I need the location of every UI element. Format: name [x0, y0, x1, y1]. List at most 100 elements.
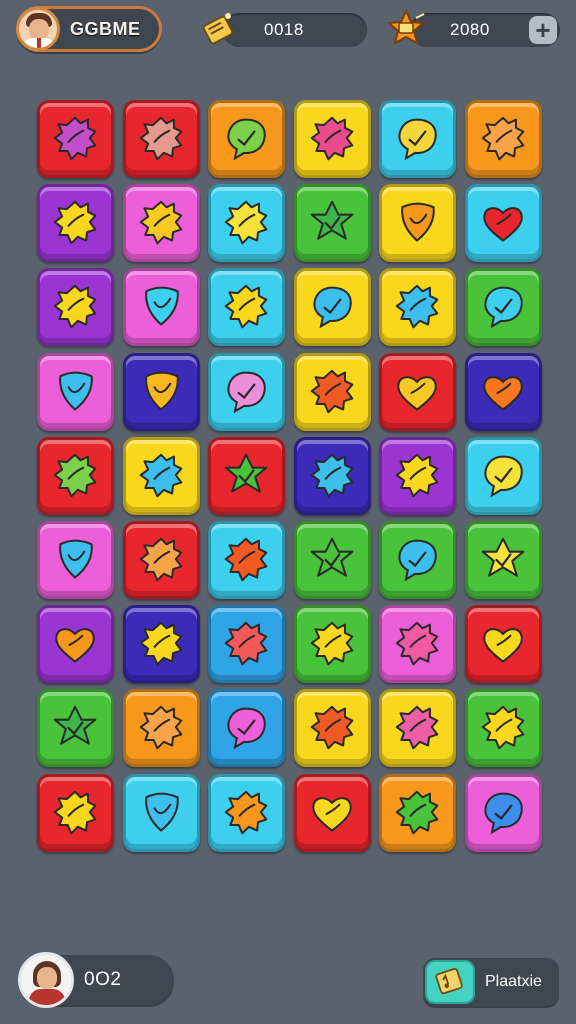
splat-gem-icon: [139, 200, 182, 245]
board-tile[interactable]: [293, 436, 371, 515]
splat-gem-icon: [53, 285, 97, 329]
board-tile[interactable]: [122, 436, 200, 515]
board-tile[interactable]: [293, 184, 371, 263]
coin-value: 2080: [450, 20, 490, 39]
opponent-avatar[interactable]: [18, 952, 74, 1008]
player-avatar[interactable]: [16, 7, 60, 51]
board-tile[interactable]: [208, 268, 285, 347]
board-tile[interactable]: [208, 436, 285, 515]
board-tile[interactable]: [379, 100, 456, 178]
board-tile[interactable]: [464, 268, 542, 347]
board-tile[interactable]: [293, 100, 371, 178]
board-tile[interactable]: [379, 268, 456, 347]
board-tile[interactable]: [208, 689, 285, 768]
board-tile[interactable]: [122, 100, 200, 178]
splat-gem-icon: [310, 369, 353, 413]
board-tile[interactable]: [37, 184, 114, 263]
board-tile[interactable]: [37, 268, 114, 347]
play-button-label[interactable]: Plaatxie: [485, 958, 542, 1006]
shield-gem-icon: [401, 202, 435, 242]
shield-gem-icon: [59, 539, 93, 579]
board-tile[interactable]: [208, 605, 285, 684]
board-tile[interactable]: [464, 436, 542, 515]
shield-gem-icon: [59, 371, 93, 411]
note-card-icon[interactable]: [425, 960, 475, 1004]
board-tile[interactable]: [379, 184, 456, 263]
heart-gem-icon: [311, 796, 352, 832]
board-tile[interactable]: [293, 689, 371, 768]
board-tile[interactable]: [122, 352, 200, 431]
board-tile[interactable]: [122, 184, 200, 263]
board-tile[interactable]: [122, 773, 200, 852]
splat-gem-icon: [310, 621, 353, 666]
heart-gem-icon: [482, 375, 523, 411]
board-tile[interactable]: [293, 521, 371, 599]
board-tile[interactable]: [464, 352, 542, 431]
board-tile[interactable]: [464, 605, 542, 684]
splat-gem-icon: [481, 706, 524, 750]
board-tile[interactable]: [37, 521, 114, 599]
board-tile[interactable]: [464, 773, 542, 852]
board-tile[interactable]: [464, 100, 542, 178]
board-tile[interactable]: [293, 268, 371, 347]
board-tile[interactable]: [379, 521, 456, 599]
star-gem-icon: [310, 537, 353, 577]
splat-gem-icon: [395, 285, 439, 329]
board-tile[interactable]: [37, 100, 114, 178]
heart-gem-icon: [482, 207, 523, 242]
board-tile[interactable]: [379, 605, 456, 684]
board-tile[interactable]: [122, 689, 200, 768]
splat-gem-icon: [481, 116, 524, 161]
splat-gem-icon: [310, 116, 353, 161]
board-tile[interactable]: [37, 689, 114, 768]
shield-gem-icon: [144, 792, 179, 832]
bubble-gem-icon: [312, 287, 352, 329]
game-board: [37, 100, 543, 856]
star-gem-icon: [53, 706, 97, 746]
bubble-gem-icon: [483, 287, 523, 329]
bubble-gem-icon: [227, 708, 266, 750]
board-tile[interactable]: [122, 605, 200, 684]
board-tile[interactable]: [208, 352, 285, 431]
board-tile[interactable]: [379, 352, 456, 431]
board-tile[interactable]: [37, 352, 114, 431]
heart-gem-icon: [482, 628, 523, 663]
splat-gem-icon: [310, 706, 353, 750]
board-tile[interactable]: [293, 773, 371, 852]
splat-gem-icon: [224, 285, 268, 329]
board-tile[interactable]: [464, 184, 542, 263]
heart-gem-icon: [55, 628, 95, 663]
board-tile[interactable]: [37, 605, 114, 684]
splat-gem-icon: [224, 790, 268, 834]
board-tile[interactable]: [208, 521, 285, 599]
board-tile[interactable]: [293, 352, 371, 431]
ticket-icon: [202, 13, 234, 45]
coin-counter: 2080 +: [410, 13, 560, 47]
board-tile[interactable]: [37, 436, 114, 515]
splat-gem-icon: [53, 116, 97, 161]
board-tile[interactable]: [208, 773, 285, 852]
board-tile[interactable]: [464, 521, 542, 599]
board-tile[interactable]: [37, 773, 114, 852]
board-tile[interactable]: [293, 605, 371, 684]
player-name: GGBME: [70, 18, 141, 39]
splat-gem-icon: [395, 706, 439, 750]
shield-gem-icon: [144, 287, 179, 326]
board-tile[interactable]: [379, 436, 456, 515]
bubble-gem-icon: [227, 118, 266, 161]
board-tile[interactable]: [379, 773, 456, 852]
bubble-gem-icon: [227, 371, 266, 414]
splat-gem-icon: [53, 453, 97, 498]
board-tile[interactable]: [379, 689, 456, 768]
bubble-gem-icon: [398, 539, 437, 582]
shield-gem-icon: [144, 371, 179, 411]
add-coins-button[interactable]: +: [529, 16, 557, 44]
board-tile[interactable]: [464, 689, 542, 768]
player-profile-chip[interactable]: GGBME: [16, 6, 162, 52]
board-tile[interactable]: [208, 184, 285, 263]
splat-gem-icon: [395, 621, 439, 666]
board-tile[interactable]: [208, 100, 285, 178]
board-tile[interactable]: [122, 521, 200, 599]
board-tile[interactable]: [122, 268, 200, 347]
splat-gem-icon: [139, 706, 182, 750]
